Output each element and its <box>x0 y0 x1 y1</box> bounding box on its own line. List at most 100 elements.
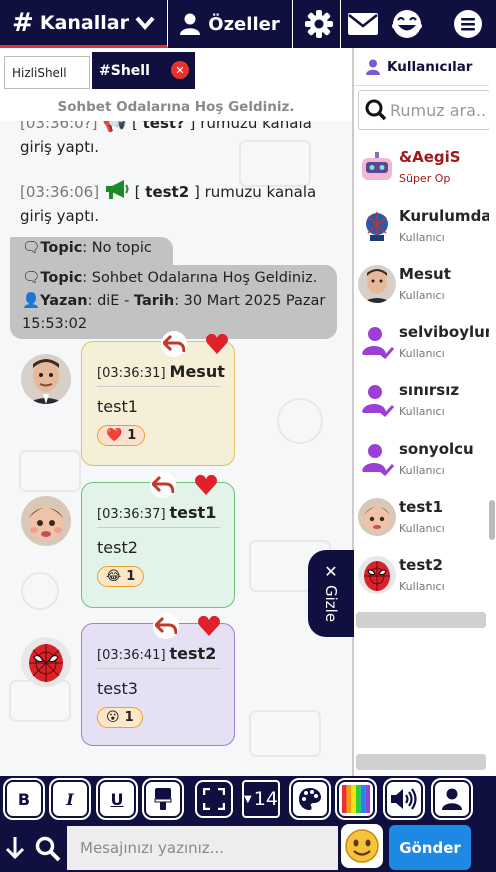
message-text: test1 <box>97 397 138 416</box>
user-list-header: Kullanıcılar <box>354 48 496 86</box>
main-menu-button[interactable] <box>446 0 490 48</box>
message-actions <box>153 613 221 639</box>
reaction-badge[interactable]: 😮 1 <box>97 707 143 728</box>
send-button[interactable]: Gönder <box>389 825 471 870</box>
user-list-item[interactable]: sınırsız Kullanıcı <box>358 381 496 433</box>
user-list-item[interactable]: Kurulumda Kullanıcı <box>358 207 496 259</box>
join-message-partial: [03:36:0?] 📢 [ test? ] rumuzu kanala gir… <box>20 121 340 159</box>
topic-icon: 🗨 <box>22 270 41 286</box>
private-messages-button[interactable]: Özeller <box>168 0 293 48</box>
laughing-face-icon <box>392 10 422 38</box>
user-list-scrollbar[interactable] <box>356 612 486 628</box>
arrow-down-icon <box>5 837 25 860</box>
timestamp: [03:36:31] <box>97 366 166 381</box>
message-text: test2 <box>97 538 138 557</box>
heart-emoji-icon: ❤️ <box>106 428 123 443</box>
emoji-panel-button[interactable] <box>385 0 429 48</box>
hamburger-menu-icon <box>454 10 482 38</box>
user-name: test2 <box>399 556 443 574</box>
topic-label: Topic <box>40 270 83 286</box>
send-label: Gönder <box>399 838 461 857</box>
hide-userlist-button[interactable]: ✕ Gizle <box>308 550 354 637</box>
heart-icon[interactable] <box>197 615 221 637</box>
bold-button[interactable]: B <box>3 778 45 820</box>
close-tab-icon[interactable]: ✕ <box>171 61 189 79</box>
user-list-item[interactable]: &AegiS Süper Op <box>358 148 496 200</box>
user-list-item[interactable]: Mesut Kullanıcı <box>358 265 496 317</box>
topic-text: : Sohbet Odalarına Hoş Geldiniz. <box>82 270 318 286</box>
reaction-badge[interactable]: ❤️ 1 <box>97 425 146 446</box>
palette-icon <box>299 788 321 810</box>
laughing-emoji-icon: 😂 <box>106 569 122 584</box>
tab-label: HizliShell <box>12 65 67 80</box>
user-name: Mesut <box>399 265 451 283</box>
reply-button[interactable] <box>161 331 187 357</box>
message-placeholder: Mesajınızı yazınız... <box>80 839 224 857</box>
close-icon: ✕ <box>324 562 338 581</box>
emoji-picker-button[interactable] <box>341 824 383 868</box>
scroll-down-button[interactable] <box>5 836 25 864</box>
private-label: Özeller <box>208 13 280 35</box>
search-placeholder: Rumuz ara.. <box>390 100 487 120</box>
fullscreen-button[interactable] <box>195 780 233 818</box>
nick[interactable]: Mesut <box>170 362 225 381</box>
page-scrollbar[interactable] <box>489 48 496 776</box>
message-bubble: [03:36:41] test2 test3 😮 1 <box>81 623 235 746</box>
reaction-badge[interactable]: 😂 1 <box>97 566 145 587</box>
nick[interactable]: test2 <box>170 644 217 663</box>
channels-menu-button[interactable]: # Kanallar <box>0 0 168 48</box>
font-size-value: 14 <box>253 788 278 810</box>
settings-button[interactable] <box>297 0 341 48</box>
profile-button[interactable] <box>431 778 473 820</box>
user-icon <box>442 788 462 810</box>
avatar[interactable] <box>21 637 71 687</box>
avatar[interactable] <box>21 496 71 546</box>
chat-area[interactable]: [03:36:0?] 📢 [ test? ] rumuzu kanala gir… <box>0 121 352 776</box>
highlight-button[interactable] <box>142 778 184 820</box>
heart-icon[interactable] <box>194 474 218 496</box>
user-list-item[interactable]: sonyolcu Kullanıcı <box>358 440 496 492</box>
user-search-input[interactable]: Rumuz ara.. <box>358 90 490 130</box>
paint-brush-icon <box>154 788 172 810</box>
message-input[interactable]: Mesajınızı yazınız... <box>67 826 338 870</box>
user-name: test1 <box>399 498 443 516</box>
timestamp: [03:36:0?] <box>20 121 98 132</box>
nick[interactable]: test1 <box>170 503 217 522</box>
chevron-down-icon <box>135 16 155 30</box>
reply-icon <box>152 476 174 494</box>
topic-notice-full: 🗨Topic: Sohbet Odalarına Hoş Geldiniz. 👤… <box>10 265 337 339</box>
user-list-item[interactable]: test2 Kullanıcı <box>358 556 496 608</box>
user-name: sonyolcu <box>399 440 474 458</box>
page-scrollbar-thumb[interactable] <box>489 500 495 540</box>
search-icon <box>365 99 387 121</box>
italic-button[interactable]: I <box>49 778 91 820</box>
default-user-icon <box>358 381 396 419</box>
user-list-item[interactable]: selviboylum Kullanıcı <box>358 323 496 375</box>
tab-hizlishell[interactable]: HizliShell <box>4 56 90 89</box>
user-list-scrollbar-bottom[interactable] <box>356 754 486 770</box>
reply-icon <box>163 335 185 353</box>
rainbow-color-button[interactable] <box>335 778 377 820</box>
user-list-title: Kullanıcılar <box>387 58 473 75</box>
chat-search-button[interactable] <box>35 836 61 866</box>
topic-label: Topic <box>40 240 83 256</box>
hash-icon: # <box>12 7 34 38</box>
avatar-bot <box>358 148 396 186</box>
caret-down-icon: ▼ <box>244 793 252 805</box>
avatar[interactable] <box>21 354 71 404</box>
volume-icon <box>391 788 417 810</box>
color-palette-button[interactable] <box>289 778 331 820</box>
join-text: rumuzu kanala <box>200 121 312 132</box>
heart-icon[interactable] <box>205 333 229 355</box>
tab-shell[interactable]: #Shell ✕ <box>92 52 195 89</box>
composer-bar: B I U ▼ 14 Mesajınızı yazınız... Gönder <box>0 776 496 872</box>
reply-button[interactable] <box>153 613 179 639</box>
user-list-item[interactable]: test1 Kullanıcı <box>358 498 496 550</box>
font-size-select[interactable]: ▼ 14 <box>242 780 280 818</box>
top-bar: # Kanallar Özeller <box>0 0 496 48</box>
bracket: ] <box>193 183 200 201</box>
reply-button[interactable] <box>150 472 176 498</box>
messages-button[interactable] <box>341 0 385 48</box>
sound-toggle-button[interactable] <box>383 778 425 820</box>
underline-button[interactable]: U <box>96 778 138 820</box>
